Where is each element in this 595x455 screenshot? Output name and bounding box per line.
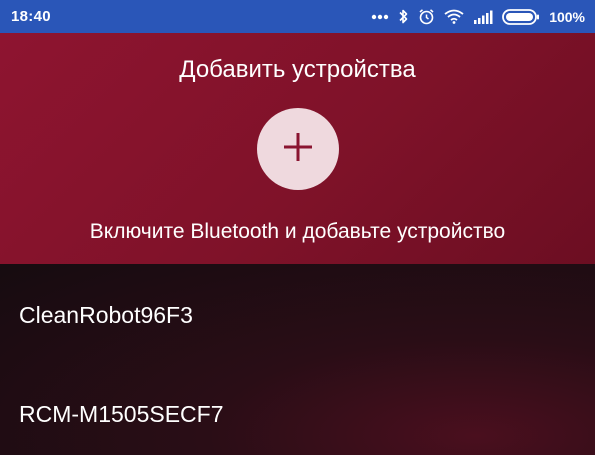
status-time: 18:40 (11, 8, 51, 25)
list-item[interactable]: RCM-M1505SECF7 (0, 384, 595, 444)
alarm-icon (418, 8, 435, 25)
bluetooth-hint: Включите Bluetooth и добавьте устройство (89, 220, 506, 243)
add-device-button[interactable] (257, 108, 339, 190)
device-list: CleanRobot96F3 RCM-M1505SECF7 (0, 264, 595, 455)
add-devices-header: Добавить устройства Включите Bluetooth и… (0, 33, 595, 264)
battery-icon (502, 8, 540, 25)
status-bar: 18:40 100% (0, 0, 595, 33)
list-item[interactable]: CleanRobot96F3 (0, 285, 595, 345)
wifi-icon (444, 9, 464, 24)
battery-percent: 100% (549, 8, 585, 25)
device-name: RCM-M1505SECF7 (19, 400, 224, 427)
device-name: CleanRobot96F3 (19, 301, 193, 328)
page-title: Добавить устройства (179, 56, 416, 83)
signal-icon (473, 10, 493, 24)
bluetooth-icon (398, 8, 409, 25)
plus-icon (283, 132, 313, 167)
status-icons: 100% (371, 8, 585, 25)
more-dots-icon (371, 14, 389, 20)
